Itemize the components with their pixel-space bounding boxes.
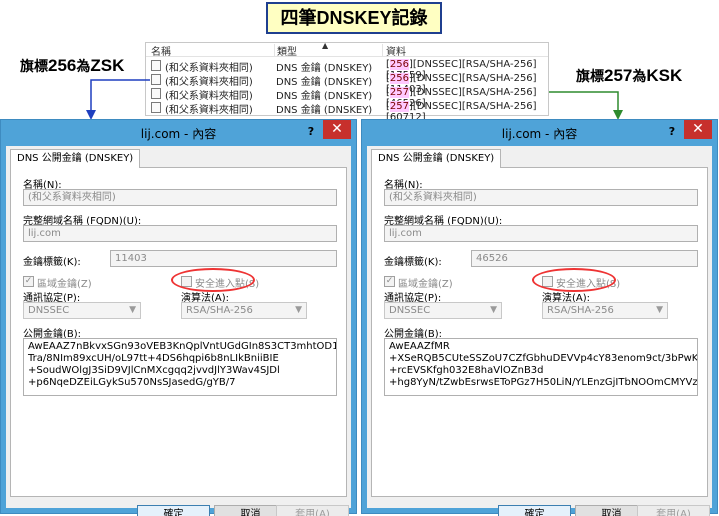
tab-dnskey[interactable]: DNS 公開金鑰 (DNSKEY) (10, 149, 141, 168)
public-key-line: AwEAAZ7nBkvxSGn93oVEB3KnQplVntUGdGIn8S3C… (28, 341, 337, 352)
ksk-annotation: 旗標257為KSK (576, 66, 683, 85)
record-icon (151, 74, 161, 85)
chevron-down-icon: ▼ (490, 305, 497, 315)
table-row[interactable]: (和父系資料夾相同) DNS 金鑰 (DNSKEY) [257][DNSSEC]… (146, 100, 548, 123)
algorithm-dropdown[interactable]: RSA/SHA-256 ▼ (181, 302, 307, 319)
properties-dialog-right: lij.com - 內容 ? ✕ DNS 公開金鑰 (DNSKEY) 名稱(N)… (361, 119, 718, 516)
dialog-body: DNS 公開金鑰 (DNSKEY) 名稱(N): (和父系資料夾相同) 完整網域… (367, 146, 712, 516)
key-tag-field: 46526 (471, 250, 698, 267)
zone-key-checkbox[interactable]: ✓ (23, 276, 34, 287)
public-key-field: AwEAAZ7nBkvxSGn93oVEB3KnQplVntUGdGIn8S3C… (23, 338, 337, 396)
close-button[interactable]: ✕ (684, 120, 712, 139)
title-bar[interactable]: lij.com - 內容 ? ✕ (362, 120, 717, 146)
ok-button[interactable]: 確定 (137, 505, 210, 516)
public-key-line: +p6NqeDZEiLGykSu570NsSJasedG/gYB/7 (28, 377, 236, 388)
zsk-annotation: 旗標256為ZSK (20, 56, 125, 75)
zone-key-label: 區域金鑰(Z) (398, 279, 453, 290)
window-title: lij.com - 內容 (501, 127, 578, 141)
zone-key-checkbox[interactable]: ✓ (384, 276, 395, 287)
chevron-down-icon: ▼ (656, 305, 663, 315)
ksk-arrow (549, 91, 619, 116)
record-icon (151, 88, 161, 99)
column-name-header[interactable]: 名稱 (151, 43, 171, 58)
name-field: (和父系資料夾相同) (23, 189, 337, 206)
table-row[interactable]: (和父系資料夾相同) DNS 金鑰 (DNSKEY) [256][DNSSEC]… (146, 72, 548, 95)
key-tag-label: 金鑰標籤(K): (23, 257, 81, 268)
list-header: 名稱 類型 ▲ 資料 (146, 41, 548, 58)
column-type-header[interactable]: 類型 (277, 43, 297, 58)
dialog-body: DNS 公開金鑰 (DNSKEY) 名稱(N): (和父系資料夾相同) 完整網域… (6, 146, 351, 516)
column-data-header[interactable]: 資料 (386, 43, 406, 58)
title-banner: 四筆DNSKEY記錄 (266, 2, 442, 34)
record-icon (151, 60, 161, 71)
protocol-dropdown[interactable]: DNSSEC ▼ (23, 302, 141, 319)
zsk-arrow (90, 79, 150, 116)
public-key-line: AwEAAZfMR (389, 341, 450, 352)
public-key-line: +hg8YyN/tZwbEsrwsEToPGz7H50LiN/YLEnzGjIT… (389, 377, 698, 388)
chevron-down-icon: ▼ (295, 305, 302, 315)
public-key-line: +SoudWOlgJ3SiD9VJlCnMXcgqq2jvvdJlY3Wav4S… (28, 365, 280, 376)
chevron-down-icon: ▼ (129, 305, 136, 315)
apply-button[interactable]: 套用(A) (276, 505, 349, 516)
fqdn-field: lij.com (384, 225, 698, 242)
tab-panel: 名稱(N): (和父系資料夾相同) 完整網域名稱 (FQDN)(U): lij.… (371, 167, 708, 497)
properties-dialog-left: lij.com - 內容 ? ✕ DNS 公開金鑰 (DNSKEY) 名稱(N)… (0, 119, 357, 516)
tab-panel: 名稱(N): (和父系資料夾相同) 完整網域名稱 (FQDN)(U): lij.… (10, 167, 347, 497)
table-row[interactable]: (和父系資料夾相同) DNS 金鑰 (DNSKEY) [256][DNSSEC]… (146, 58, 548, 81)
sort-ascending-icon: ▲ (322, 41, 329, 50)
public-key-field: AwEAAZfMR +XSeRQB5CUteSSZoU7CZfGbhuDEVVp… (384, 338, 698, 396)
fqdn-field: lij.com (23, 225, 337, 242)
tab-dnskey[interactable]: DNS 公開金鑰 (DNSKEY) (371, 149, 502, 168)
public-key-line: +rcEVSKfgh032E8haVlOZnB3d (389, 365, 544, 376)
window-title: lij.com - 內容 (140, 127, 217, 141)
apply-button[interactable]: 套用(A) (637, 505, 710, 516)
key-tag-label: 金鑰標籤(K): (384, 257, 442, 268)
name-field: (和父系資料夾相同) (384, 189, 698, 206)
title-bar[interactable]: lij.com - 內容 ? ✕ (1, 120, 356, 146)
help-button[interactable]: ? (304, 124, 318, 139)
record-icon (151, 102, 161, 113)
public-key-line: +XSeRQB5CUteSSZoU7CZfGbhuDEVVp4cY83enom9… (389, 353, 698, 364)
help-button[interactable]: ? (665, 124, 679, 139)
protocol-dropdown[interactable]: DNSSEC ▼ (384, 302, 502, 319)
dnskey-record-list: 名稱 類型 ▲ 資料 (和父系資料夾相同) DNS 金鑰 (DNSKEY) [2… (145, 41, 549, 123)
public-key-line: Tra/8NIm89xcUH/oL97tt+4DS6hqpi6b8nLIkBni… (28, 353, 279, 364)
close-button[interactable]: ✕ (323, 120, 351, 139)
zone-key-label: 區域金鑰(Z) (37, 279, 92, 290)
algorithm-dropdown[interactable]: RSA/SHA-256 ▼ (542, 302, 668, 319)
ok-button[interactable]: 確定 (498, 505, 571, 516)
table-row[interactable]: (和父系資料夾相同) DNS 金鑰 (DNSKEY) [257][DNSSEC]… (146, 86, 548, 109)
key-tag-field: 11403 (110, 250, 337, 267)
